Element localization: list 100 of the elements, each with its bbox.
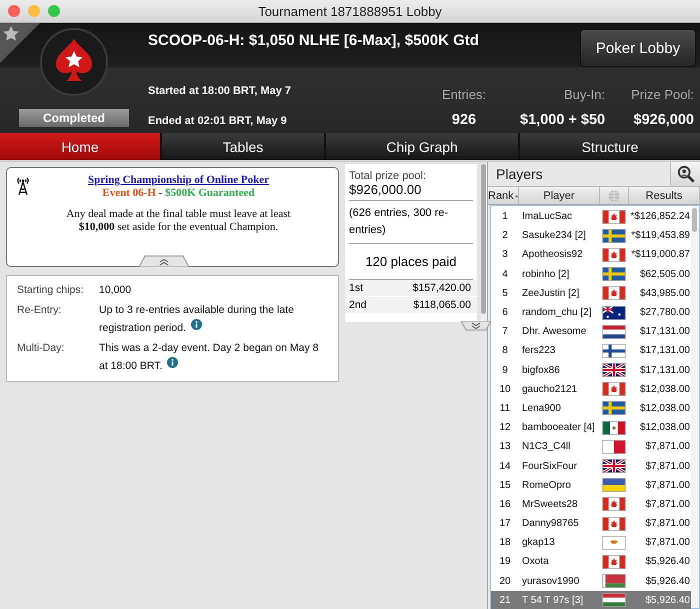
rank-cell-text: 18: [498, 537, 512, 548]
player-row[interactable]: 1 ImaLucSac *$126,852.24: [491, 207, 691, 226]
uk-flag-icon: [602, 363, 626, 378]
tab[interactable]: Home: [0, 133, 160, 160]
result-cell-text: $7,871.00: [644, 518, 691, 530]
tab[interactable]: Structure: [520, 133, 700, 160]
player-row[interactable]: 20 yurasov1990 $5,926.40: [491, 572, 691, 591]
search-button[interactable]: [670, 162, 700, 186]
sweden-flag-icon: [602, 401, 626, 416]
player-name-cell-text: gaucho2121: [521, 384, 578, 395]
australia-flag-icon: [602, 306, 626, 320]
player-row[interactable]: 14 FourSixFour $7,871.00: [491, 456, 691, 476]
info-icon[interactable]: [167, 357, 178, 368]
player-name-cell-text: yurasov1990: [521, 576, 580, 587]
player-row[interactable]: 6 random_chu [2] $27,780.00: [491, 302, 691, 322]
collapse-tab-icon[interactable]: [139, 255, 189, 267]
player-row[interactable]: 11 Lena900 $12,038.00: [491, 398, 691, 418]
detail-label: Starting chips:: [17, 284, 85, 298]
stat-value: $1,000 + $50: [520, 112, 606, 128]
rank-cell-text: 11: [498, 402, 512, 414]
players-title: Players: [496, 166, 543, 182]
favorite-star-icon[interactable]: [0, 23, 40, 63]
rank-cell-text: 16: [498, 498, 512, 510]
player-name-cell-text: FourSixFour: [521, 460, 578, 472]
expand-tab-icon[interactable]: [461, 321, 491, 331]
player-column-header[interactable]: Player: [519, 187, 600, 204]
player-row[interactable]: 13 N1C3_C4ll $7,871.00: [491, 437, 691, 456]
player-row[interactable]: 5 ZeeJustin [2] $43,985.00: [491, 284, 691, 303]
championship-link[interactable]: Spring Championship of Online Poker: [88, 174, 269, 186]
tournament-title: SCOOP-06-H: $1,050 NLHE [6-Max], $500K Gtd: [148, 31, 479, 49]
end-time: Ended at 02:01 BRT, May 9: [148, 115, 288, 127]
rank-cell-text: 13: [498, 441, 512, 452]
rank-cell-text: 8: [501, 345, 509, 356]
scrollbar[interactable]: [691, 206, 699, 608]
player-row[interactable]: 9 bigfox86 $17,131.00: [491, 360, 691, 380]
player-name-cell-text: random_chu [2]: [521, 307, 592, 318]
player-row[interactable]: 3 Apotheosis92 *$119,000.87: [491, 245, 691, 265]
player-row[interactable]: 12 bambooeater [4] $12,038.00: [491, 418, 691, 438]
result-cell-text: $7,871.00: [644, 498, 691, 510]
result-cell-text: $12,038.00: [638, 402, 691, 414]
player-row[interactable]: 10 gaucho2121 $12,038.00: [491, 380, 691, 399]
finland-flag-icon: [602, 344, 626, 358]
globe-icon: [608, 190, 620, 202]
result-cell-text: $17,131.00: [638, 326, 691, 338]
player-row[interactable]: 19 Oxota $5,926.40: [491, 552, 691, 572]
result-cell-text: $27,780.00: [638, 307, 691, 318]
status-banner: Completed: [19, 109, 129, 127]
player-name-cell-text: robinho [2]: [521, 268, 570, 280]
player-name-cell-text: Oxota: [521, 556, 550, 568]
belarus-flag-icon: [602, 574, 626, 588]
player-name-cell-text: fers223: [521, 345, 556, 356]
results-column-header[interactable]: Results: [629, 187, 700, 204]
player-name-cell-text: MrSweets28: [521, 498, 579, 510]
start-time: Started at 18:00 BRT, May 7: [148, 85, 292, 97]
result-cell-text: $17,131.00: [638, 345, 691, 356]
rank-cell-text: 10: [498, 384, 512, 395]
entries-note: (626 entries, 300 re-entries): [349, 201, 473, 244]
detail-label: Multi-Day:: [17, 342, 66, 356]
detail-value: Up to 3 re-entries available during the late registration period.: [99, 303, 295, 336]
spade-logo-icon: [39, 27, 109, 97]
sweden-flag-icon: [602, 228, 626, 243]
player-row[interactable]: 21 T 54 T 97s [3] $5,926.40: [491, 590, 691, 609]
canada-flag-icon: [602, 382, 626, 396]
stat-label: Entries:: [442, 87, 486, 102]
canada-flag-icon: [602, 248, 626, 262]
player-row[interactable]: 7 Dhr. Awesome $17,131.00: [491, 322, 691, 342]
player-name-cell-text: Apotheosis92: [521, 249, 584, 260]
tab[interactable]: Chip Graph: [326, 133, 518, 160]
player-row[interactable]: 17 Danny98765 $7,871.00: [491, 514, 691, 534]
info-icon[interactable]: [190, 319, 202, 330]
player-row[interactable]: 8 fers223 $17,131.00: [491, 341, 691, 360]
place-cell: 1st: [349, 282, 364, 294]
separator-text: -: [158, 187, 164, 199]
player-name-cell-text: bigfox86: [521, 364, 561, 376]
player-name-cell-text: T 54 T 97s [3]: [521, 594, 584, 606]
rank-cell-text: 5: [501, 288, 509, 299]
tab[interactable]: Tables: [162, 133, 324, 160]
player-row[interactable]: 15 RomeOpro $7,871.00: [491, 476, 691, 495]
player-row[interactable]: 16 MrSweets28 $7,871.00: [491, 494, 691, 514]
mexico-flag-icon: [602, 420, 626, 435]
stat-value: 926: [452, 112, 476, 128]
result-cell-text: $5,926.40: [644, 594, 691, 606]
rank-column-header[interactable]: Rank: [488, 187, 519, 204]
hungary-flag-icon: [602, 593, 626, 608]
stat-value: $926,000: [634, 112, 694, 128]
prize-pool-value: $926,000.00: [349, 182, 422, 197]
canada-flag-icon: [602, 497, 626, 512]
stat-label: Prize Pool:: [631, 87, 694, 102]
player-row[interactable]: 2 Sasuke234 [2] *$119,453.89: [491, 226, 691, 246]
result-cell-text: $7,871.00: [644, 460, 691, 472]
player-row[interactable]: 4 robinho [2] $62,505.00: [491, 264, 691, 284]
player-row[interactable]: 18 gkap13 $7,871.00: [491, 533, 691, 552]
detail-value: This was a 2-day event. Day 2 began on May 8 at 18:00 BRT.: [99, 341, 320, 374]
result-cell-text: *$119,453.89: [630, 230, 691, 242]
poker-lobby-button[interactable]: Poker Lobby: [580, 29, 696, 67]
malta-flag-icon: [602, 440, 626, 454]
scrollbar[interactable]: [481, 164, 487, 322]
sweden-flag-icon: [602, 267, 626, 282]
rank-cell-text: 12: [498, 422, 512, 434]
window-title: Tournament 1871888951 Lobby: [258, 4, 442, 18]
